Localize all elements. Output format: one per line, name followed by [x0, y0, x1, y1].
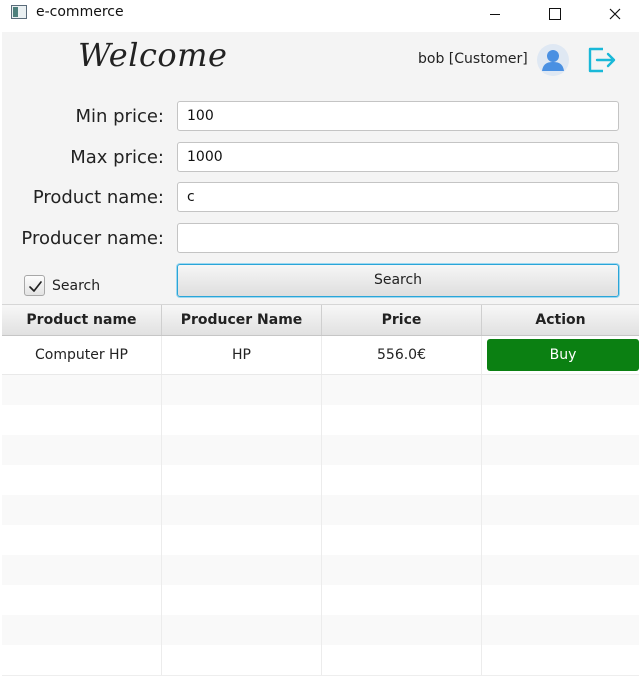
- price-cell: 556.0€: [322, 336, 482, 374]
- producer-name-input[interactable]: [177, 223, 619, 253]
- empty-cell: [162, 435, 322, 465]
- empty-cell: [2, 495, 162, 525]
- table-row[interactable]: Computer HP HP 556.0€ Buy: [2, 336, 639, 375]
- empty-cell: [2, 435, 162, 465]
- minimize-icon: [490, 13, 500, 15]
- empty-cell: [2, 585, 162, 615]
- product-name-label: Product name:: [32, 187, 164, 208]
- search-button[interactable]: Search: [177, 264, 619, 297]
- search-checkbox[interactable]: [24, 275, 45, 296]
- empty-cell: [2, 615, 162, 645]
- empty-cell: [2, 525, 162, 555]
- search-checkbox-label: Search: [52, 278, 101, 294]
- empty-cell: [162, 495, 322, 525]
- close-icon: [609, 8, 621, 20]
- empty-cell: [322, 555, 482, 585]
- empty-cell: [162, 555, 322, 585]
- empty-cell: [322, 645, 482, 675]
- max-price-input[interactable]: [177, 142, 619, 172]
- maximize-button[interactable]: [532, 0, 578, 28]
- max-price-label: Max price:: [70, 147, 164, 168]
- empty-cell: [2, 645, 162, 675]
- title-bar: e-commerce: [0, 0, 639, 28]
- logout-icon[interactable]: [585, 45, 617, 75]
- producer-name-label: Producer name:: [21, 228, 164, 249]
- empty-table-row: [2, 375, 639, 406]
- welcome-heading: Welcome: [78, 36, 228, 74]
- empty-table-row: [2, 615, 639, 646]
- empty-cell: [162, 405, 322, 435]
- product-name-input[interactable]: [177, 182, 619, 212]
- buy-button[interactable]: Buy: [487, 339, 639, 371]
- empty-table-row: [2, 585, 639, 616]
- empty-cell: [322, 495, 482, 525]
- empty-table-row: [2, 495, 639, 526]
- close-button[interactable]: [592, 0, 638, 28]
- main-panel: Welcome bob [Customer] Min price: Max pr…: [2, 32, 639, 676]
- empty-cell: [322, 435, 482, 465]
- empty-cell: [322, 585, 482, 615]
- empty-table-row: [2, 405, 639, 436]
- empty-table-row: [2, 465, 639, 496]
- empty-table-row: [2, 555, 639, 586]
- empty-cell: [322, 375, 482, 405]
- column-header-producer-name[interactable]: Producer Name: [162, 305, 322, 335]
- user-label: bob [Customer]: [418, 51, 528, 67]
- maximize-icon: [549, 8, 561, 20]
- empty-cell: [2, 375, 162, 405]
- min-price-input[interactable]: [177, 101, 619, 131]
- empty-cell: [162, 465, 322, 495]
- empty-cell: [322, 615, 482, 645]
- empty-cell: [2, 555, 162, 585]
- checkmark-icon: [29, 281, 42, 292]
- column-header-price[interactable]: Price: [322, 305, 482, 335]
- empty-cell: [322, 525, 482, 555]
- empty-cell: [162, 645, 322, 675]
- empty-cell: [162, 615, 322, 645]
- min-price-label: Min price:: [75, 106, 164, 127]
- empty-cell: [162, 585, 322, 615]
- empty-table-row: [2, 645, 639, 676]
- empty-cell: [2, 465, 162, 495]
- empty-cell: [162, 375, 322, 405]
- minimize-button[interactable]: [472, 0, 518, 28]
- empty-table-row: [2, 525, 639, 556]
- product-name-cell: Computer HP: [2, 336, 162, 374]
- empty-cell: [322, 405, 482, 435]
- user-avatar-icon[interactable]: [537, 44, 569, 76]
- column-header-product-name[interactable]: Product name: [2, 305, 162, 335]
- window-title: e-commerce: [36, 4, 124, 20]
- producer-name-cell: HP: [162, 336, 322, 374]
- empty-cell: [322, 465, 482, 495]
- app-icon: [11, 5, 27, 19]
- column-header-action[interactable]: Action: [482, 305, 639, 335]
- products-table: Product name Producer Name Price Action …: [2, 304, 639, 676]
- table-header: Product name Producer Name Price Action: [2, 305, 639, 336]
- empty-table-row: [2, 435, 639, 466]
- empty-cell: [162, 525, 322, 555]
- empty-cell: [2, 405, 162, 435]
